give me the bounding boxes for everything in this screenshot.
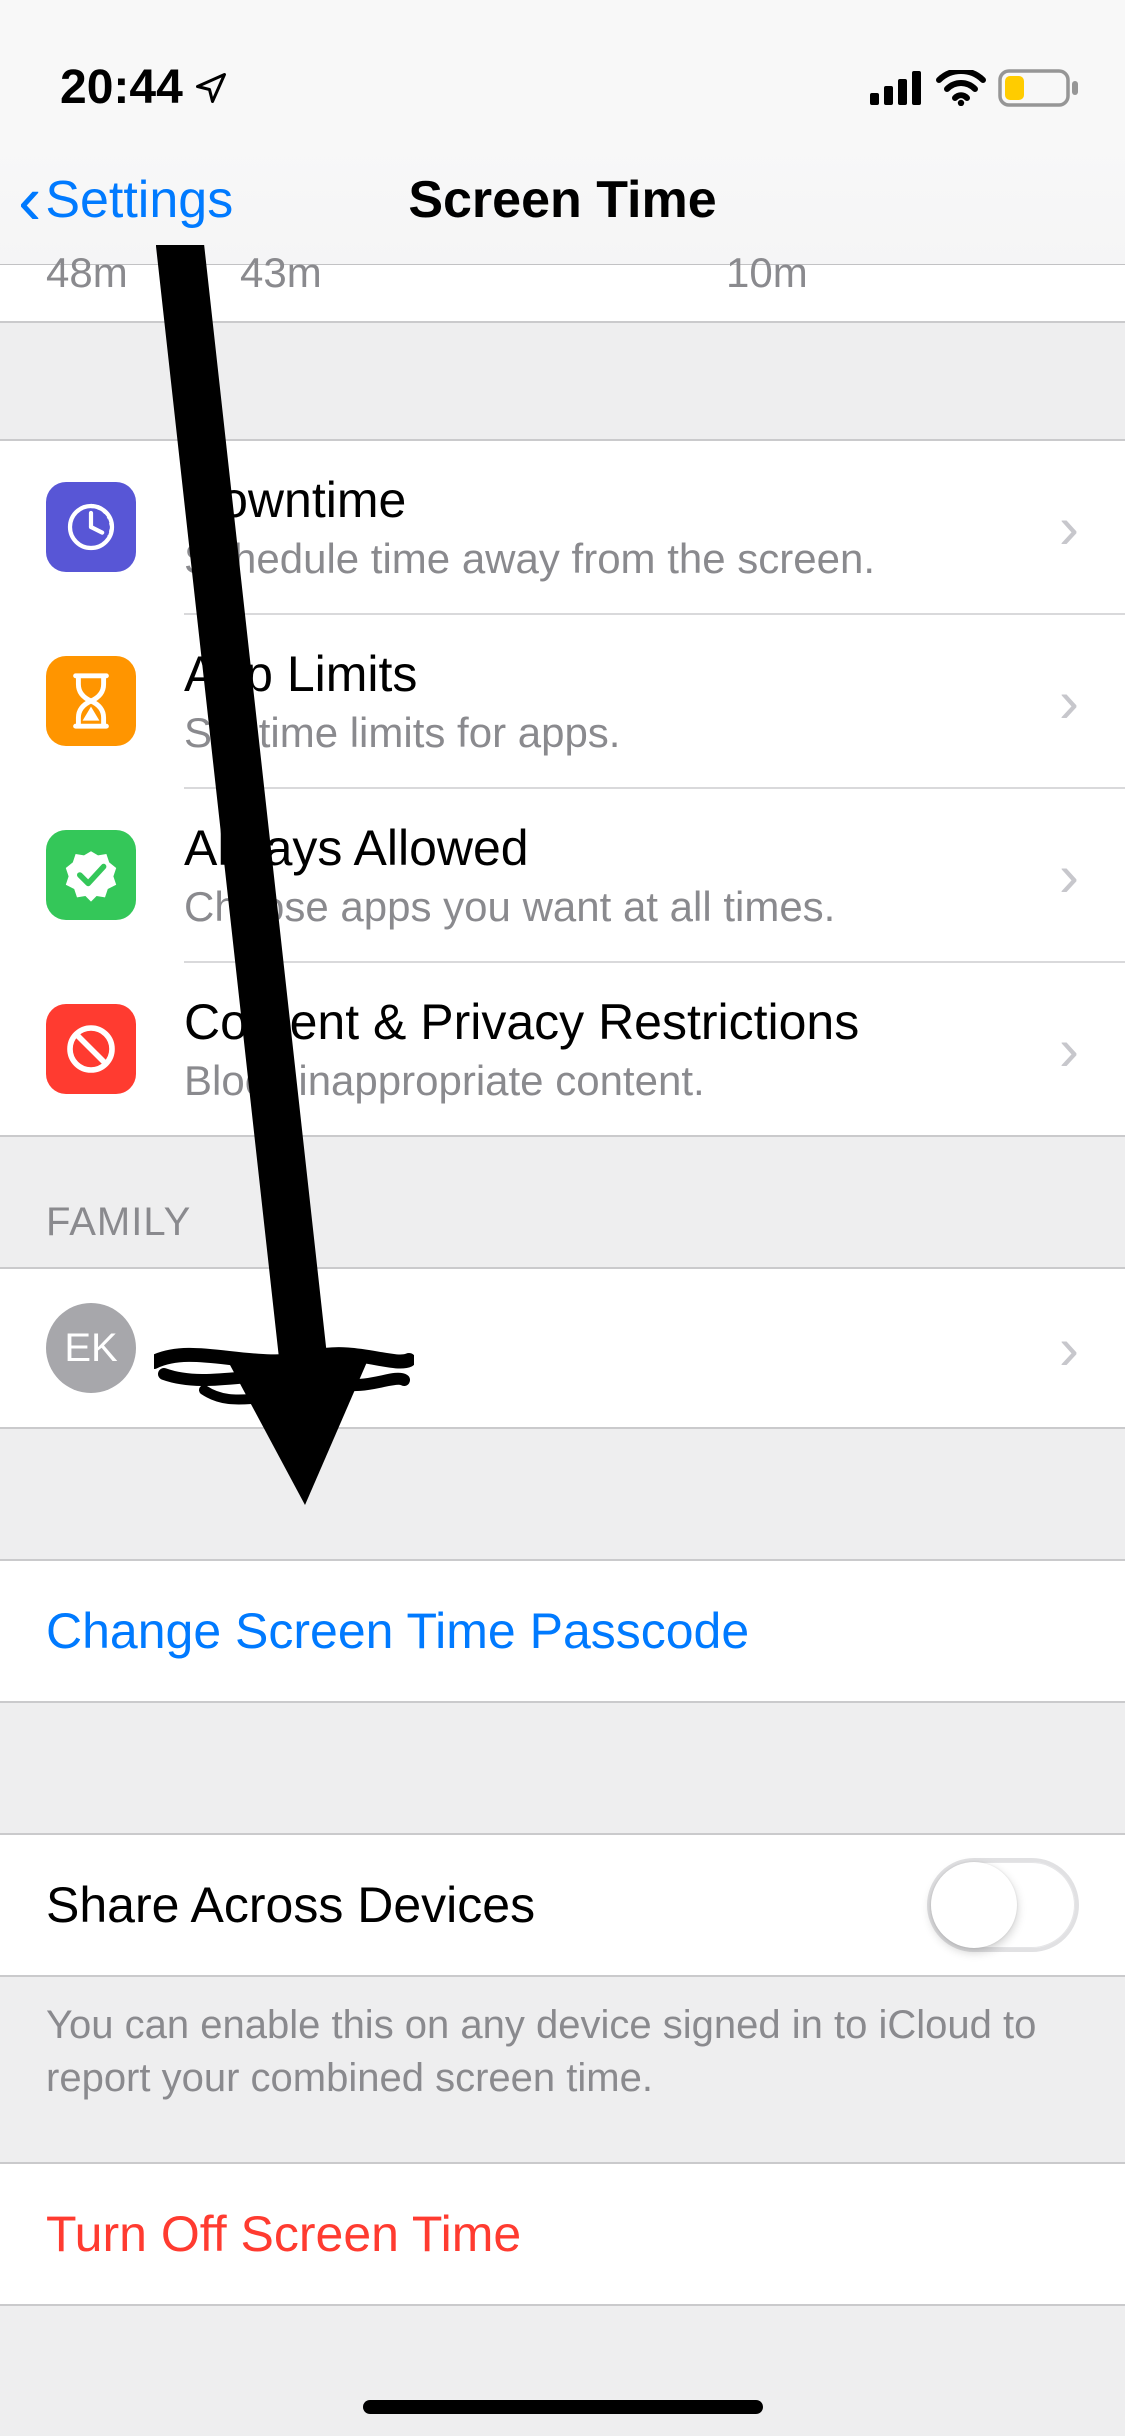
share-label: Share Across Devices <box>46 1876 927 1934</box>
status-right <box>870 69 1080 107</box>
content-restrictions-cell[interactable]: Content & Privacy Restrictions Block ina… <box>0 963 1125 1135</box>
chart-values-row: 48m 43m 10m <box>0 265 1125 323</box>
app-limits-subtitle: Set time limits for apps. <box>184 709 1039 757</box>
change-passcode-button[interactable]: Change Screen Time Passcode <box>0 1561 1125 1701</box>
toggle-knob <box>931 1862 1017 1948</box>
always-allowed-cell[interactable]: Always Allowed Choose apps you want at a… <box>0 789 1125 961</box>
downtime-subtitle: Schedule time away from the screen. <box>184 535 1039 583</box>
share-toggle[interactable] <box>927 1858 1079 1952</box>
battery-icon <box>998 69 1080 107</box>
family-member-cell[interactable]: EK › <box>0 1269 1125 1427</box>
content: 48m 43m 10m Downtime Schedule time away … <box>0 265 1125 2306</box>
downtime-cell[interactable]: Downtime Schedule time away from the scr… <box>0 441 1125 613</box>
share-footer: You can enable this on any device signed… <box>0 1977 1125 2162</box>
turn-off-label: Turn Off Screen Time <box>46 2205 521 2263</box>
features-group: Downtime Schedule time away from the scr… <box>0 439 1125 1137</box>
chart-value-3: 10m <box>726 249 808 297</box>
status-bar: 20:44 <box>0 0 1125 135</box>
always-allowed-title: Always Allowed <box>184 819 1039 877</box>
location-arrow-icon <box>193 70 229 106</box>
back-button[interactable]: ‹ Settings <box>18 165 233 235</box>
home-indicator[interactable] <box>363 2400 763 2414</box>
navigation-bar: ‹ Settings Screen Time <box>0 135 1125 265</box>
share-across-devices-cell[interactable]: Share Across Devices <box>0 1835 1125 1975</box>
hourglass-icon <box>46 656 136 746</box>
chevron-right-icon: › <box>1059 1314 1079 1383</box>
turn-off-screen-time-button[interactable]: Turn Off Screen Time <box>0 2164 1125 2304</box>
wifi-icon <box>936 70 986 106</box>
passcode-group: Change Screen Time Passcode <box>0 1559 1125 1703</box>
status-time-group: 20:44 <box>60 60 229 115</box>
family-header: FAMILY <box>0 1137 1125 1267</box>
turn-off-group: Turn Off Screen Time <box>0 2162 1125 2306</box>
family-group: EK › <box>0 1267 1125 1429</box>
content-restrictions-subtitle: Block inappropriate content. <box>184 1057 1039 1105</box>
status-time: 20:44 <box>60 60 183 115</box>
no-entry-icon <box>46 1004 136 1094</box>
downtime-title: Downtime <box>184 471 1039 529</box>
badge-check-icon <box>46 830 136 920</box>
chart-value-1: 48m <box>46 249 128 297</box>
app-limits-cell[interactable]: App Limits Set time limits for apps. › <box>0 615 1125 787</box>
always-allowed-subtitle: Choose apps you want at all times. <box>184 883 1039 931</box>
chevron-right-icon: › <box>1059 493 1079 562</box>
content-restrictions-title: Content & Privacy Restrictions <box>184 993 1039 1051</box>
avatar: EK <box>46 1303 136 1393</box>
app-limits-title: App Limits <box>184 645 1039 703</box>
chevron-right-icon: › <box>1059 841 1079 910</box>
change-passcode-label: Change Screen Time Passcode <box>46 1602 749 1660</box>
share-group: Share Across Devices <box>0 1833 1125 1977</box>
chart-value-2: 43m <box>240 249 322 297</box>
chevron-left-icon: ‹ <box>18 165 41 235</box>
downtime-icon <box>46 482 136 572</box>
chevron-right-icon: › <box>1059 1015 1079 1084</box>
chevron-right-icon: › <box>1059 667 1079 736</box>
cellular-signal-icon <box>870 71 924 105</box>
page-title: Screen Time <box>408 170 716 230</box>
back-label: Settings <box>45 170 233 230</box>
